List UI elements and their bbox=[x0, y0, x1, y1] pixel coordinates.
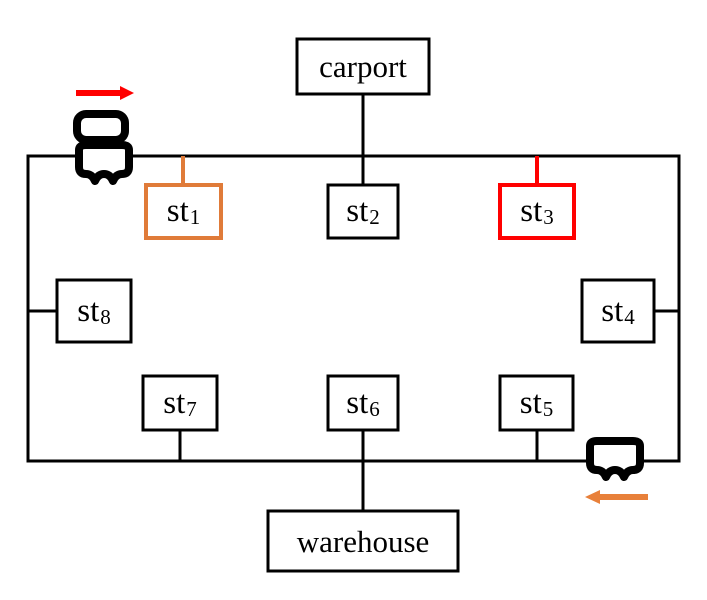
warehouse-box[interactable] bbox=[266, 509, 460, 573]
station-st1-box[interactable] bbox=[144, 183, 223, 240]
agv-top-payload-icon bbox=[73, 110, 129, 144]
agv-robot-top[interactable] bbox=[73, 110, 133, 185]
diagram-canvas: carport warehouse st 1 st 2 st 3 st 4 st 5 st… bbox=[0, 0, 707, 600]
agv-bottom-body-icon bbox=[586, 437, 644, 481]
station-st8-box[interactable] bbox=[55, 278, 133, 344]
station-st5-box[interactable] bbox=[498, 374, 575, 432]
station-st1[interactable] bbox=[144, 156, 223, 240]
agv-robot-bottom[interactable] bbox=[586, 437, 644, 481]
station-st6[interactable] bbox=[326, 374, 400, 461]
station-st5[interactable] bbox=[498, 374, 575, 461]
station-st4-box[interactable] bbox=[580, 278, 656, 344]
station-st8[interactable] bbox=[27, 278, 133, 344]
arrow-bottom-head-icon bbox=[585, 490, 600, 504]
station-st2-box[interactable] bbox=[326, 183, 400, 240]
agv-top-body-icon bbox=[75, 141, 133, 185]
arrow-top-head-icon bbox=[120, 86, 134, 100]
station-st3[interactable] bbox=[498, 156, 576, 240]
direction-arrow-bottom bbox=[585, 490, 648, 504]
station-st6-box[interactable] bbox=[326, 374, 400, 432]
station-st4[interactable] bbox=[580, 278, 680, 344]
station-st7-box[interactable] bbox=[141, 374, 219, 432]
station-st7[interactable] bbox=[141, 374, 219, 461]
station-st3-box[interactable] bbox=[498, 183, 576, 240]
carport-box[interactable] bbox=[295, 37, 431, 96]
station-st2[interactable] bbox=[326, 156, 400, 240]
diagram-svg bbox=[26, 37, 681, 573]
direction-arrow-top bbox=[76, 86, 134, 100]
